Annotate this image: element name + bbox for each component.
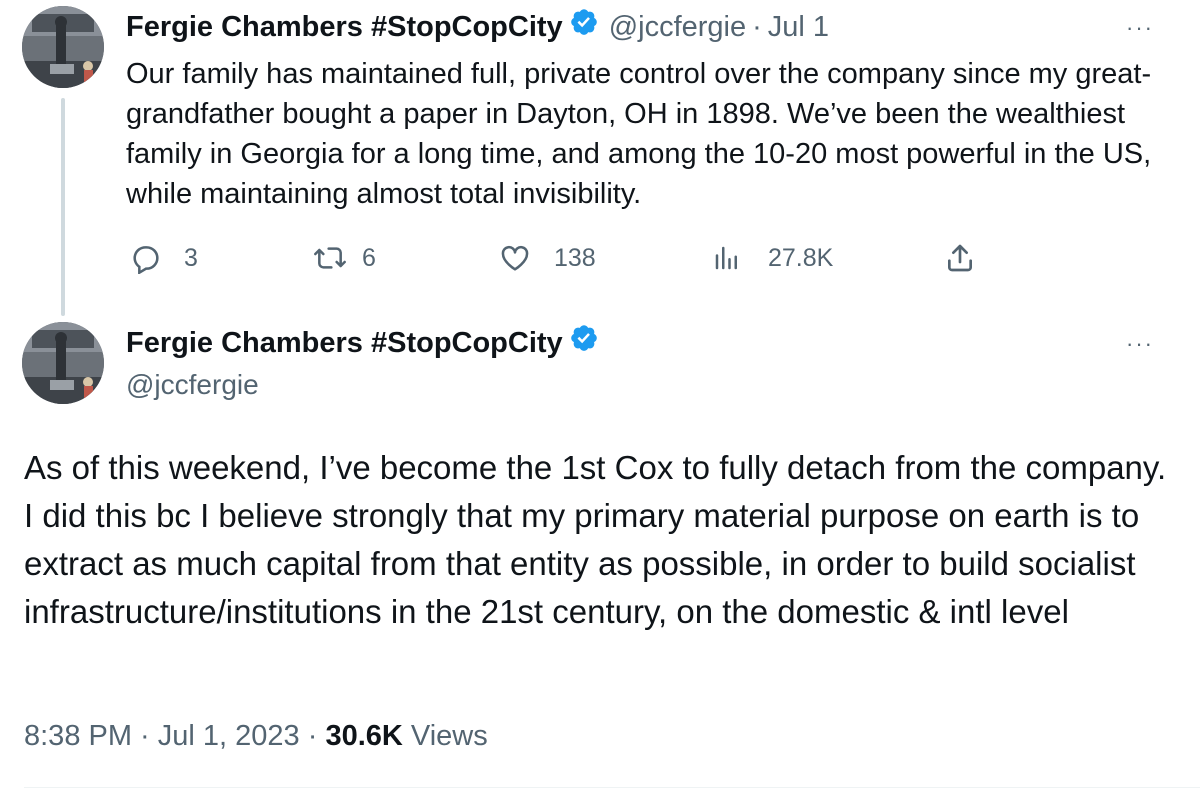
share-button[interactable]: [944, 242, 998, 274]
tweet-date[interactable]: Jul 1, 2023: [158, 720, 300, 752]
like-count: 138: [554, 243, 596, 272]
verified-badge-icon: [569, 7, 599, 42]
views-label: Views: [402, 720, 488, 752]
tweet-footer: 8:38 PM · Jul 1, 2023 · 30.6K Views: [24, 719, 488, 753]
author-handle[interactable]: @jccfergie: [126, 368, 259, 402]
author-handle[interactable]: @jccfergie: [609, 10, 746, 44]
avatar[interactable]: [22, 6, 104, 88]
author-name[interactable]: Fergie Chambers #StopCopCity: [126, 326, 563, 360]
divider: [24, 787, 1200, 788]
retweet-icon: [312, 242, 348, 274]
tweet-date[interactable]: Jul 1: [768, 10, 829, 44]
more-options-button[interactable]: ···: [1126, 17, 1154, 39]
author-name[interactable]: Fergie Chambers #StopCopCity: [126, 10, 563, 44]
tweet-time[interactable]: 8:38 PM: [24, 720, 132, 752]
views-count[interactable]: 30.6K: [325, 720, 402, 752]
tweet-header: Fergie Chambers #StopCopCity: [126, 323, 599, 360]
avatar[interactable]: [22, 322, 104, 404]
heart-icon: [498, 242, 532, 274]
reply-button[interactable]: 3: [130, 242, 198, 274]
like-button[interactable]: 138: [498, 242, 596, 274]
retweet-button[interactable]: 6: [312, 242, 376, 274]
separator-dot: ·: [132, 720, 158, 752]
retweet-count: 6: [362, 243, 376, 272]
separator-dot: ·: [299, 720, 326, 752]
reply-icon: [130, 242, 162, 274]
more-options-button[interactable]: ···: [1126, 333, 1154, 355]
tweet-text: Our family has maintained full, private …: [126, 58, 1152, 210]
reply-count: 3: [184, 243, 198, 272]
views-button[interactable]: 27.8K: [712, 242, 833, 274]
tweet-text: As of this weekend, I’ve become the 1st …: [24, 449, 1167, 630]
analytics-icon: [712, 242, 742, 274]
views-count: 27.8K: [768, 243, 834, 272]
tweet-header: Fergie Chambers #StopCopCity @jccfergie …: [126, 7, 829, 44]
share-icon: [944, 242, 976, 274]
thread-connector-line: [61, 98, 65, 316]
separator-dot: ·: [752, 11, 762, 43]
verified-badge-icon: [569, 323, 599, 358]
